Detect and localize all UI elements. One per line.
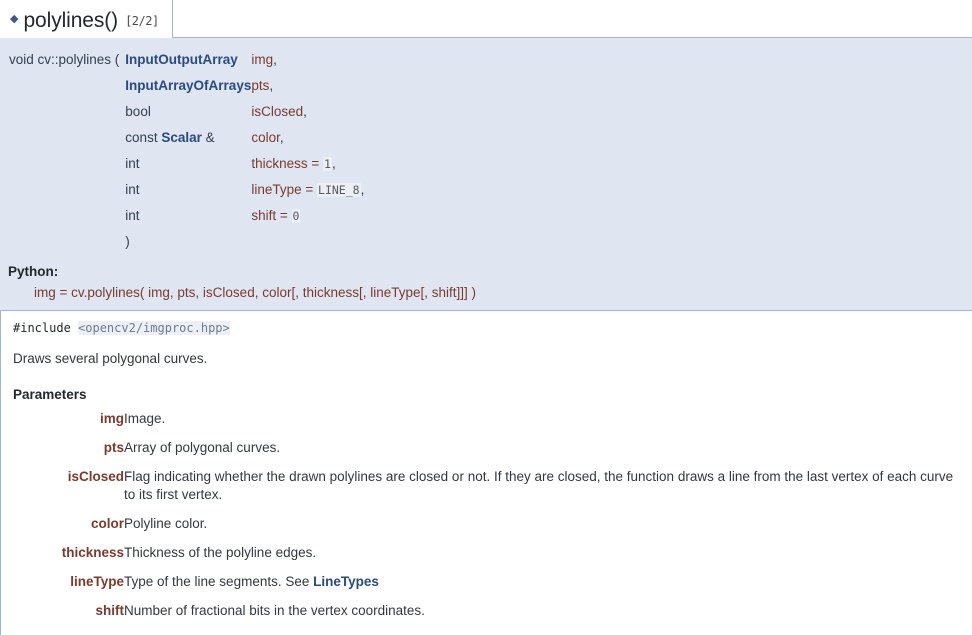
parameter-name: thickness <box>61 545 124 560</box>
signature-param-row: int thickness = 1, <box>9 151 364 177</box>
signature-close-row: ) <box>9 229 364 255</box>
signature-param-name: img, <box>251 47 364 73</box>
permalink-diamond-icon[interactable]: ◆ <box>10 14 18 25</box>
signature-param-row: InputArrayOfArrays pts, <box>9 73 364 99</box>
parameter-description: Array of polygonal curves. <box>124 440 281 455</box>
param-type-token: bool <box>125 104 151 119</box>
parameter-name: pts <box>103 440 124 455</box>
signature-param-row: void cv::polylines ( InputOutputArray img, <box>9 47 364 73</box>
param-type-token: int <box>125 182 140 197</box>
signature-param-name: lineType = LINE_8, <box>251 182 365 197</box>
signature-param-row: const Scalar & color, <box>9 125 364 151</box>
parameter-name: color <box>90 516 124 531</box>
signature-close-paren: ) <box>125 234 130 249</box>
table-row: color Polyline color. <box>0 515 960 544</box>
param-separator: , <box>279 130 284 145</box>
signature-param-row: int lineType = LINE_8, <box>9 177 364 203</box>
python-binding-block: Python: img = cv.polylines( img, pts, is… <box>8 264 972 300</box>
parameter-name: lineType <box>70 574 124 589</box>
parameters-table: img Image. pts Array of polygonal curves. is… <box>0 410 960 631</box>
include-directive: #include <box>13 321 71 335</box>
overload-index: [2/2] <box>125 13 159 28</box>
param-type-token[interactable]: InputArrayOfArrays <box>125 78 251 93</box>
signature-function-name: void cv::polylines ( <box>9 52 120 67</box>
signature-param-type: InputArrayOfArrays <box>125 73 251 99</box>
parameter-description: Polyline color. <box>124 516 208 531</box>
param-name-token: color <box>251 130 280 145</box>
signature-param-type: int <box>125 151 251 177</box>
function-signature-panel: void cv::polylines ( InputOutputArray img,… <box>0 38 972 311</box>
param-name-token: isClosed <box>251 104 304 119</box>
param-name-token: pts <box>251 78 270 93</box>
parameter-description: Thickness of the polyline edges. <box>124 545 317 560</box>
param-name-token: thickness <box>251 156 308 171</box>
parameters-heading: Parameters <box>13 387 87 402</box>
member-title-row: ◆ polylines() [2/2] <box>0 0 972 38</box>
param-default-value: 0 <box>291 209 301 223</box>
signature-param-name: thickness = 1, <box>251 156 336 171</box>
signature-param-name: shift = 0 <box>251 208 301 223</box>
member-title-tab <box>172 0 972 38</box>
signature-indent <box>9 203 125 229</box>
signature-indent <box>9 177 125 203</box>
signature-indent <box>9 125 125 151</box>
python-label: Python: <box>8 264 59 279</box>
signature-param-type: const Scalar & <box>125 130 215 145</box>
doc-link[interactable]: LineTypes <box>313 574 379 589</box>
member-documentation: #include <opencv2/imgproc.hpp> Draws sev… <box>0 311 972 631</box>
param-separator: , <box>269 78 274 93</box>
parameter-name: img <box>99 411 124 426</box>
python-signature: img = cv.polylines( img, pts, isClosed, … <box>34 285 477 300</box>
param-name-token: lineType <box>251 182 302 197</box>
param-type-token[interactable]: Scalar <box>161 130 202 145</box>
signature-indent <box>9 151 125 177</box>
signature-param-type: bool <box>125 99 251 125</box>
signature-param-row: int shift = 0 <box>9 203 364 229</box>
signature-indent <box>9 229 125 255</box>
include-line: #include <opencv2/imgproc.hpp> <box>13 321 972 335</box>
parameter-name: shift <box>95 603 125 618</box>
parameter-description: Flag indicating whether the drawn polyli… <box>124 469 954 502</box>
signature-param-name: pts, <box>251 73 364 99</box>
table-row: img Image. <box>0 410 960 439</box>
member-title: ◆ polylines() [2/2] <box>1 0 169 37</box>
parameter-description: Image. <box>124 411 166 426</box>
signature-param-row: bool isClosed, <box>9 99 364 125</box>
param-default-value: LINE_8 <box>317 183 361 197</box>
include-path[interactable]: <opencv2/imgproc.hpp> <box>78 321 230 335</box>
brief-description: Draws several polygonal curves. <box>13 351 208 366</box>
table-row: pts Array of polygonal curves. <box>0 439 960 468</box>
param-separator: , <box>331 156 336 171</box>
table-row: shift Number of fractional bits in the ve… <box>0 602 960 631</box>
param-name-token: img <box>251 52 274 67</box>
table-row: thickness Thickness of the polyline edges… <box>0 544 960 573</box>
param-name-token: shift <box>251 208 277 223</box>
signature-indent <box>9 73 125 99</box>
signature-param-type: InputOutputArray <box>125 47 251 73</box>
param-type-token: int <box>125 156 140 171</box>
parameter-name: isClosed <box>67 469 124 484</box>
param-separator: , <box>303 104 307 119</box>
signature-indent <box>9 99 125 125</box>
param-type-token: int <box>125 208 140 223</box>
param-separator: , <box>360 182 365 197</box>
signature-param-name: color, <box>251 125 364 151</box>
param-separator: , <box>273 52 277 67</box>
page-title: polylines() <box>23 8 119 32</box>
signature-param-type: int <box>125 177 251 203</box>
parameter-description: Number of fractional bits in the vertex … <box>124 603 425 618</box>
table-row: isClosed Flag indicating whether the draw… <box>0 468 960 515</box>
param-type-token[interactable]: InputOutputArray <box>125 52 238 67</box>
signature-param-type: int <box>125 203 251 229</box>
table-row: lineType Type of the line segments. See L… <box>0 573 960 602</box>
parameter-description: Type of the line segments. See LineTypes <box>124 574 379 589</box>
signature-table: void cv::polylines ( InputOutputArray img,… <box>9 47 364 255</box>
param-default-value: 1 <box>323 157 332 171</box>
signature-param-name: isClosed, <box>251 99 364 125</box>
